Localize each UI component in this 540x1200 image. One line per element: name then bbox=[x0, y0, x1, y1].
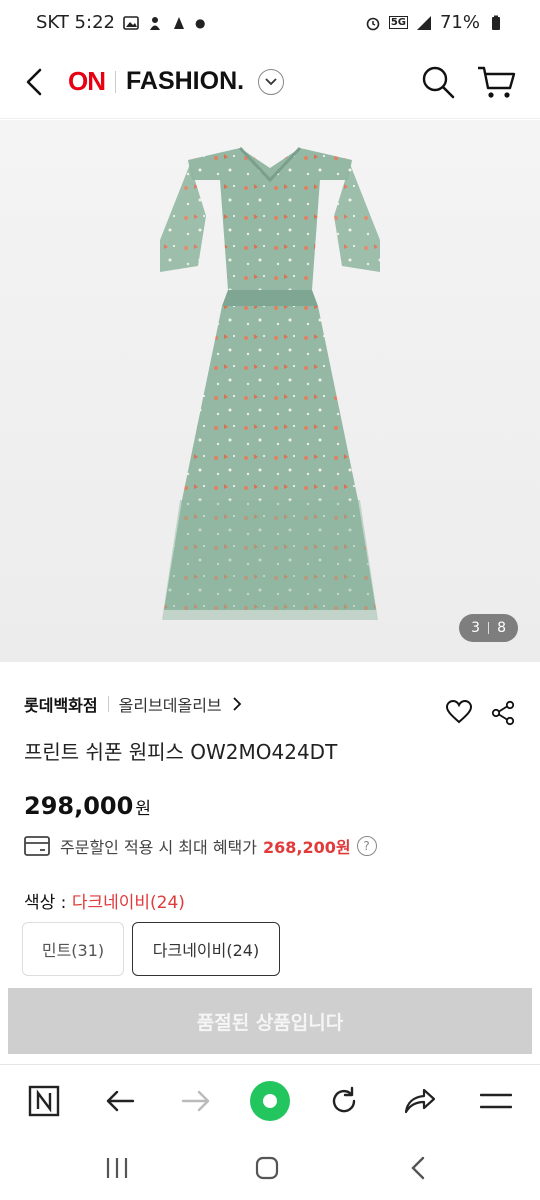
card-icon bbox=[24, 836, 50, 856]
image-total: 8 bbox=[497, 620, 506, 636]
browser-share-icon[interactable] bbox=[398, 1079, 442, 1123]
color-selected: 다크네이비(24) bbox=[71, 893, 185, 913]
price: 298,000 원 bbox=[24, 792, 151, 820]
menu-icon[interactable] bbox=[474, 1079, 518, 1123]
image-counter: 3 8 bbox=[459, 614, 518, 642]
soldout-button[interactable]: 품절된 상품입니다 bbox=[8, 988, 532, 1054]
product-image[interactable]: 3 8 bbox=[0, 120, 540, 662]
browser-forward-icon[interactable] bbox=[174, 1079, 218, 1123]
app-notification-icon-2 bbox=[173, 16, 184, 29]
status-bar: SKT 5:22 ● 5G 71% bbox=[0, 0, 540, 46]
heart-icon[interactable] bbox=[446, 700, 472, 724]
color-label-text: 색상 : bbox=[24, 893, 72, 913]
logo-fashion: FASHION. bbox=[126, 67, 245, 95]
help-icon[interactable]: ? bbox=[356, 836, 377, 856]
browser-back-icon[interactable] bbox=[98, 1079, 142, 1123]
cart-icon[interactable] bbox=[476, 64, 516, 100]
app-header: ON FASHION. bbox=[0, 46, 540, 119]
system-navbar bbox=[0, 1134, 540, 1200]
mall-dropdown-icon[interactable] bbox=[258, 68, 285, 95]
color-label: 색상 : 다크네이비(24) bbox=[24, 888, 185, 913]
price-value: 298,000 bbox=[24, 792, 134, 820]
gallery-icon bbox=[123, 15, 139, 30]
browser-toolbar bbox=[0, 1064, 540, 1135]
benefit-row: 주문할인 적용 시 최대 혜택가 268,200원 ? bbox=[24, 834, 377, 858]
price-unit: 원 bbox=[135, 799, 151, 819]
naver-icon[interactable] bbox=[22, 1079, 66, 1123]
store-brand-divider bbox=[107, 696, 109, 712]
product-name: 프린트 쉬폰 원피스 OW2MO424DT bbox=[24, 740, 338, 764]
share-icon[interactable] bbox=[490, 700, 516, 726]
image-current: 3 bbox=[471, 620, 481, 636]
search-icon[interactable] bbox=[420, 64, 456, 100]
app-notification-icon bbox=[149, 16, 160, 30]
chevron-right-icon[interactable] bbox=[232, 697, 242, 711]
store-name[interactable]: 롯데백화점 bbox=[24, 692, 98, 716]
dress-photo bbox=[160, 146, 380, 620]
logo-divider bbox=[115, 70, 116, 93]
nav-back-icon[interactable] bbox=[404, 1154, 434, 1182]
benefit-text: 주문할인 적용 시 최대 혜택가 bbox=[60, 838, 257, 857]
battery-icon bbox=[492, 15, 500, 30]
counter-divider bbox=[488, 622, 490, 634]
alarm-icon bbox=[366, 17, 380, 30]
more-notifications-dot: ● bbox=[194, 15, 206, 30]
refresh-icon[interactable] bbox=[322, 1079, 366, 1123]
store-brand-row[interactable]: 롯데백화점 올리브데올리브 bbox=[24, 692, 242, 716]
status-time: SKT 5:22 bbox=[36, 12, 115, 33]
brand-name[interactable]: 올리브데올리브 bbox=[119, 692, 222, 716]
logo[interactable]: ON FASHION. bbox=[68, 66, 285, 97]
battery-percent: 71% bbox=[439, 12, 480, 33]
signal-icon bbox=[416, 15, 431, 30]
home-icon[interactable] bbox=[252, 1154, 282, 1182]
recent-apps-icon[interactable] bbox=[102, 1154, 132, 1182]
back-icon[interactable] bbox=[20, 64, 50, 100]
color-option-mint[interactable]: 민트(31) bbox=[22, 922, 124, 976]
logo-on: ON bbox=[68, 66, 106, 96]
benefit-amount: 268,200원 bbox=[262, 838, 351, 857]
color-option-darknavy[interactable]: 다크네이비(24) bbox=[132, 922, 280, 976]
network-type: 5G bbox=[388, 16, 408, 29]
browser-home-icon[interactable] bbox=[248, 1079, 292, 1123]
